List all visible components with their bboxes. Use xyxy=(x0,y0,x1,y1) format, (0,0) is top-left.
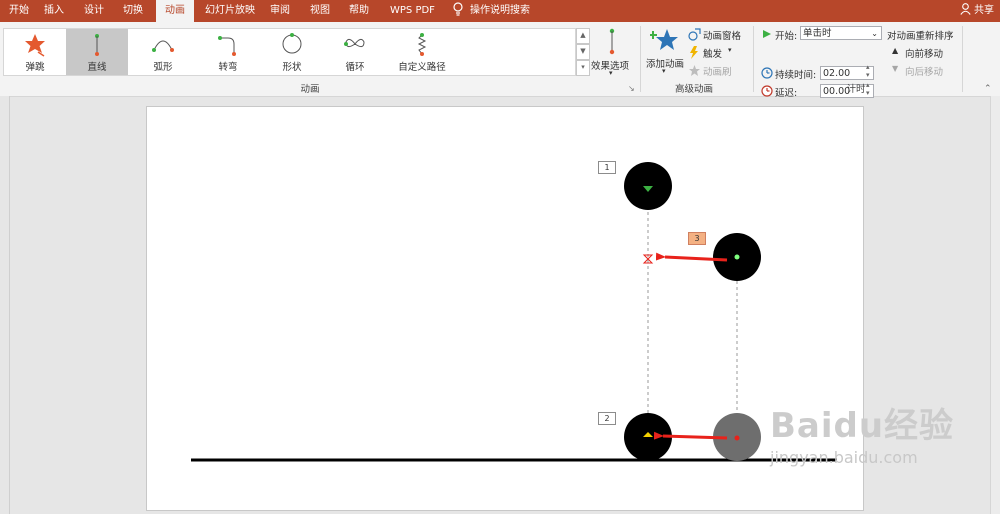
gallery-label-arcs: 弧形 xyxy=(153,62,173,73)
turn-icon xyxy=(218,36,236,56)
group-separator xyxy=(640,26,641,92)
lines-icon xyxy=(95,34,99,56)
share-label: 共享 xyxy=(974,5,994,16)
tell-me-label: 操作说明搜索 xyxy=(470,5,530,16)
duration-label: 持续时间: xyxy=(775,70,817,81)
chevron-down-icon: ⌄ xyxy=(871,29,878,38)
animation-tag-3[interactable]: 3 xyxy=(688,232,706,245)
animation-painter-label: 动画刷 xyxy=(703,67,732,78)
gallery-item-turns[interactable]: 转弯 xyxy=(197,29,259,75)
group-label-animation: 动画 xyxy=(300,84,320,95)
gallery-item-arcs[interactable]: 弧形 xyxy=(132,29,194,75)
trigger-label: 触发 xyxy=(703,49,723,60)
thumbnail-pane xyxy=(0,96,10,514)
ribbon: 弹跳 直线 弧形 转弯 形状 循环 自定义路径 ▲ ▼ ▾ 效果选项 ▾ 动画 … xyxy=(0,22,1000,99)
tab-home[interactable]: 开始 xyxy=(5,0,33,22)
chevron-down-icon: ▾ xyxy=(609,69,613,77)
red-arrow-lower xyxy=(653,431,728,440)
slide-canvas: 1 3 2 xyxy=(146,106,864,511)
path-start-point xyxy=(734,254,740,260)
reorder-label: 对动画重新排序 xyxy=(887,31,954,42)
gallery-label-lines: 直线 xyxy=(87,62,107,73)
start-label: 开始: xyxy=(775,31,798,42)
watermark: Baidu经验 jingyan.baidu.com xyxy=(770,398,955,467)
group-separator xyxy=(753,26,754,92)
tab-animations[interactable]: 动画 xyxy=(156,0,194,22)
star-plus-icon xyxy=(650,29,678,50)
gallery-label-loops: 循环 xyxy=(345,62,365,73)
move-later-label: 向后移动 xyxy=(905,67,944,78)
start-select[interactable]: 单击时 ⌄ xyxy=(800,26,882,40)
collapse-ribbon-icon[interactable]: ⌃ xyxy=(984,84,992,94)
gallery-item-shapes[interactable]: 形状 xyxy=(261,29,323,75)
duration-up-icon[interactable]: ▴ xyxy=(866,63,870,71)
delay-label: 延迟: xyxy=(775,88,798,99)
start-select-value: 单击时 xyxy=(803,28,832,39)
effect-options-icon xyxy=(609,28,615,55)
watermark-brand: Baidu经验 xyxy=(770,406,955,446)
move-earlier-label: 向前移动 xyxy=(905,49,944,60)
person-icon xyxy=(960,3,971,15)
tab-review[interactable]: 审阅 xyxy=(266,0,294,22)
gallery-scroll: ▲ ▼ ▾ xyxy=(576,28,590,76)
tell-me-search[interactable]: 操作说明搜索 xyxy=(452,0,530,22)
tab-help[interactable]: 帮助 xyxy=(345,0,373,22)
tab-wps-pdf[interactable]: WPS PDF xyxy=(386,0,439,22)
group-label-advanced: 高级动画 xyxy=(674,84,713,95)
effect-options-button[interactable]: 效果选项 ▾ xyxy=(590,26,634,78)
path-end-point xyxy=(734,435,740,441)
chevron-down-icon: ▾ xyxy=(662,67,666,75)
animation-tag-2[interactable]: 2 xyxy=(598,412,616,425)
arrow-up-icon: ▲ xyxy=(892,46,899,55)
painter-star-icon xyxy=(689,65,700,76)
lightbulb-icon xyxy=(453,2,463,16)
gallery-scroll-down-button[interactable]: ▼ xyxy=(576,44,590,60)
play-icon xyxy=(763,30,771,38)
gallery-item-loops[interactable]: 循环 xyxy=(324,29,386,75)
lightning-icon xyxy=(690,46,698,59)
shape-icon xyxy=(282,33,302,54)
delay-clock-icon xyxy=(761,85,773,97)
tab-view[interactable]: 视图 xyxy=(306,0,334,22)
animation-pane-label: 动画窗格 xyxy=(703,31,742,42)
gallery-item-bounce[interactable]: 弹跳 xyxy=(4,29,66,75)
gallery-item-custom-path[interactable]: 自定义路径 xyxy=(386,29,458,75)
gallery-more-button[interactable]: ▾ xyxy=(576,60,590,76)
group-label-timing: 计时 xyxy=(846,84,866,95)
clock-icon xyxy=(761,67,773,79)
dialog-launcher-icon[interactable]: ↘ xyxy=(628,84,635,93)
animation-gallery: 弹跳 直线 弧形 转弯 形状 循环 自定义路径 xyxy=(3,28,576,76)
add-animation-button[interactable]: 添加动画 ▾ xyxy=(644,26,686,78)
ribbon-tab-bar: 开始 插入 设计 切换 动画 幻灯片放映 审阅 视图 帮助 WPS PDF 操作… xyxy=(0,0,1000,22)
gallery-label-custom-path: 自定义路径 xyxy=(398,62,446,73)
animation-tag-1[interactable]: 1 xyxy=(598,161,616,174)
duration-down-icon[interactable]: ▾ xyxy=(866,71,870,79)
duration-input-value: 02.00 xyxy=(823,68,851,79)
gallery-label-turns: 转弯 xyxy=(218,62,238,73)
chevron-down-icon: ▾ xyxy=(728,46,732,54)
tab-design[interactable]: 设计 xyxy=(80,0,108,22)
gallery-item-lines[interactable]: 直线 xyxy=(66,29,128,75)
gallery-scroll-up-button[interactable]: ▲ xyxy=(576,28,590,44)
watermark-url: jingyan.baidu.com xyxy=(770,448,918,467)
vertical-scrollbar[interactable] xyxy=(990,96,1000,514)
loop-icon xyxy=(344,38,365,48)
share-button[interactable]: 共享 xyxy=(960,0,994,22)
custom-path-icon xyxy=(417,33,427,56)
arrow-down-icon: ▼ xyxy=(892,64,899,73)
group-separator xyxy=(962,26,963,92)
animation-pane-icon xyxy=(688,28,701,41)
tab-slideshow[interactable]: 幻灯片放映 xyxy=(201,0,259,22)
bounce-icon xyxy=(25,34,45,57)
slide-drawing xyxy=(191,162,837,462)
tab-insert[interactable]: 插入 xyxy=(40,0,68,22)
tab-transitions[interactable]: 切换 xyxy=(119,0,147,22)
arc-icon xyxy=(152,40,174,52)
gallery-label-bounce: 弹跳 xyxy=(25,62,45,73)
gallery-label-shapes: 形状 xyxy=(282,62,302,73)
